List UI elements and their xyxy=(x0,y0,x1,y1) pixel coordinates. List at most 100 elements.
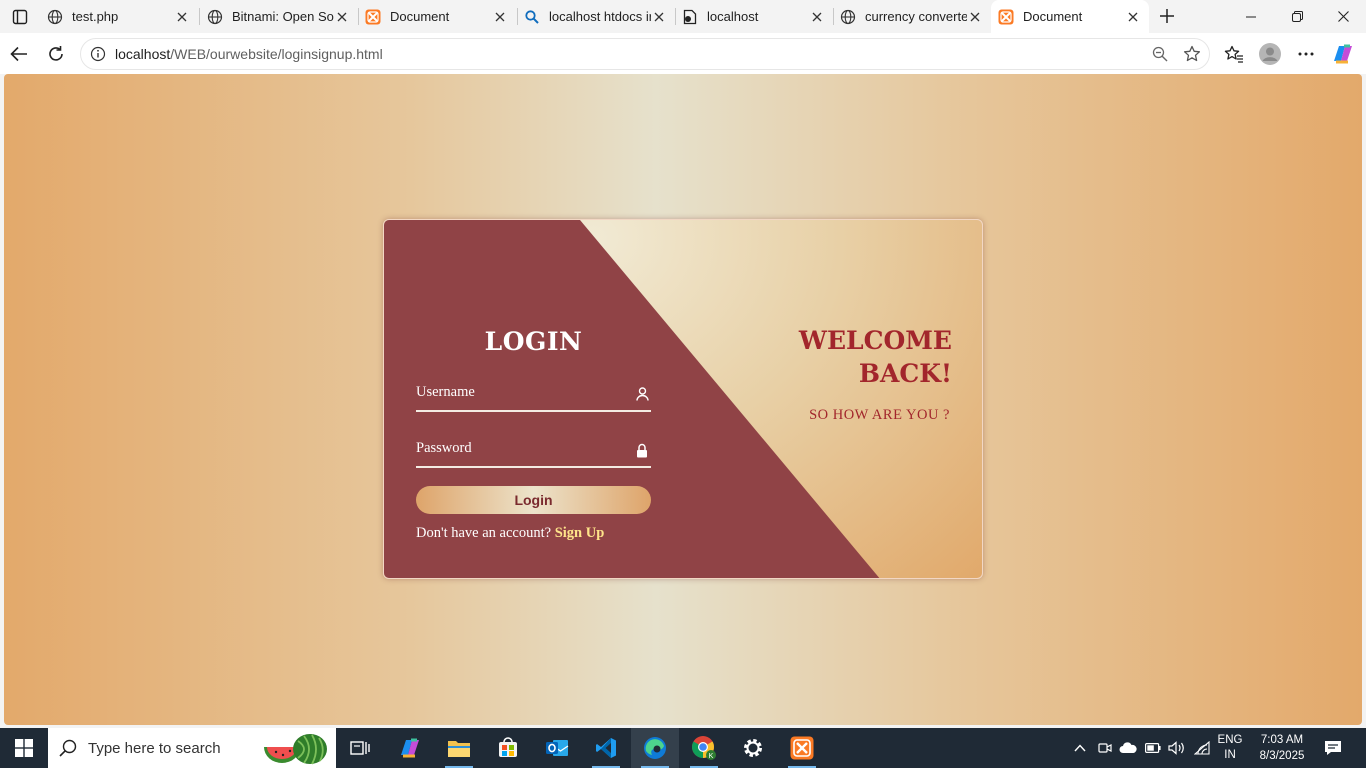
svg-text:K: K xyxy=(709,753,714,760)
minimize-icon xyxy=(1246,16,1256,17)
close-tab-icon[interactable] xyxy=(334,9,350,25)
login-card: LOGIN Username Password Login Don't have… xyxy=(383,219,983,579)
taskbar-edge[interactable] xyxy=(631,728,679,768)
store-icon xyxy=(499,737,517,757)
windows-logo-icon xyxy=(15,739,33,757)
plus-icon xyxy=(1160,9,1174,23)
search-placeholder: Type here to search xyxy=(88,739,221,757)
tab-document-active[interactable]: Document xyxy=(991,0,1149,33)
favorite-button[interactable] xyxy=(1177,39,1207,69)
xampp-icon xyxy=(790,736,814,760)
page-icon xyxy=(681,8,699,26)
globe-icon xyxy=(46,8,64,26)
xampp-icon xyxy=(364,8,382,26)
tray-network[interactable] xyxy=(1191,728,1213,768)
taskbar-file-explorer[interactable] xyxy=(435,728,483,768)
settings-icon xyxy=(744,739,762,757)
camera-icon xyxy=(1098,743,1112,753)
notifications-button[interactable] xyxy=(1318,728,1348,768)
new-tab-button[interactable] xyxy=(1156,5,1178,27)
watermelon-icon xyxy=(264,734,327,765)
signup-prompt: Don't have an account? xyxy=(416,525,552,541)
zoom-button[interactable] xyxy=(1145,39,1175,69)
taskbar-outlook[interactable] xyxy=(533,728,581,768)
battery-icon xyxy=(1145,743,1161,753)
tab-actions-button[interactable] xyxy=(0,0,40,33)
input-language-indicator[interactable]: ENG IN xyxy=(1213,733,1247,763)
login-button[interactable]: Login xyxy=(416,486,651,514)
taskbar-chrome[interactable]: K xyxy=(680,728,728,768)
chrome-icon: K xyxy=(692,736,716,760)
task-view-button[interactable] xyxy=(336,728,384,768)
tab-title: Bitnami: Open Sou xyxy=(232,9,334,24)
zoom-out-icon xyxy=(1152,46,1168,62)
tab-title: localhost xyxy=(707,9,759,24)
taskbar-vscode[interactable] xyxy=(582,728,630,768)
url-text[interactable]: localhost/WEB/ourwebsite/loginsignup.htm… xyxy=(115,46,383,62)
user-icon xyxy=(635,386,649,402)
back-button[interactable] xyxy=(4,39,34,69)
navigation-bar: localhost/WEB/ourwebsite/loginsignup.htm… xyxy=(0,33,1366,74)
tray-meet-now[interactable] xyxy=(1095,728,1115,768)
close-tab-icon[interactable] xyxy=(809,9,825,25)
restore-button[interactable] xyxy=(1274,0,1320,33)
chevron-up-icon xyxy=(1074,744,1086,752)
signup-link[interactable]: Sign Up xyxy=(555,525,605,541)
search-icon xyxy=(48,739,88,757)
show-hidden-icons-button[interactable] xyxy=(1070,728,1090,768)
restore-icon xyxy=(1291,11,1303,22)
taskbar-search-box[interactable]: Type here to search xyxy=(48,728,336,768)
avatar xyxy=(1259,43,1281,65)
taskbar-settings[interactable] xyxy=(729,728,777,768)
close-window-button[interactable] xyxy=(1320,0,1366,33)
tray-battery[interactable] xyxy=(1143,728,1163,768)
close-tab-icon[interactable] xyxy=(967,9,983,25)
taskbar-clock[interactable]: 7:03 AM 8/3/2025 xyxy=(1252,732,1312,764)
globe-icon xyxy=(206,8,224,26)
password-label: Password xyxy=(416,440,472,456)
settings-more-button[interactable] xyxy=(1291,39,1321,69)
tab-localhost-search[interactable]: localhost htdocs ir xyxy=(517,0,675,33)
username-field[interactable]: Username xyxy=(416,382,651,412)
tab-test-php[interactable]: test.php xyxy=(40,0,198,33)
welcome-heading: WELCOME BACK! xyxy=(799,324,952,390)
copilot-button[interactable] xyxy=(1328,39,1358,69)
start-button[interactable] xyxy=(0,728,48,768)
minimize-button[interactable] xyxy=(1228,0,1274,33)
vscode-icon xyxy=(596,738,616,758)
close-tab-icon[interactable] xyxy=(492,9,508,25)
taskbar-xampp[interactable] xyxy=(778,728,826,768)
address-bar[interactable]: localhost/WEB/ourwebsite/loginsignup.htm… xyxy=(80,38,1210,70)
login-title: LOGIN xyxy=(484,327,583,356)
star-icon xyxy=(1183,45,1201,62)
lock-icon xyxy=(635,442,649,458)
tab-title: currency converte xyxy=(865,9,967,24)
tab-document-1[interactable]: Document xyxy=(358,0,516,33)
close-tab-icon[interactable] xyxy=(651,9,667,25)
volume-icon xyxy=(1168,741,1184,755)
task-view-icon xyxy=(350,741,370,755)
xampp-icon xyxy=(997,8,1015,26)
welcome-line-1: WELCOME xyxy=(798,326,952,355)
tab-localhost[interactable]: localhost xyxy=(675,0,833,33)
globe-icon xyxy=(839,8,857,26)
edge-icon xyxy=(644,737,666,759)
tab-bitnami[interactable]: Bitnami: Open Sou xyxy=(200,0,358,33)
search-icon xyxy=(523,8,541,26)
tray-volume[interactable] xyxy=(1166,728,1188,768)
taskbar-store[interactable] xyxy=(484,728,532,768)
tray-onedrive[interactable] xyxy=(1117,728,1139,768)
close-tab-icon[interactable] xyxy=(174,9,190,25)
notification-icon xyxy=(1325,741,1341,755)
close-tab-icon[interactable] xyxy=(1125,9,1141,25)
tab-currency-converter[interactable]: currency converte xyxy=(833,0,991,33)
site-info-icon[interactable] xyxy=(83,39,113,69)
close-icon xyxy=(1337,11,1349,22)
taskbar-copilot[interactable] xyxy=(386,728,434,768)
refresh-button[interactable] xyxy=(41,39,71,69)
profile-button[interactable] xyxy=(1255,39,1285,69)
password-field[interactable]: Password xyxy=(416,438,651,468)
tab-title: Document xyxy=(1023,9,1083,24)
welcome-line-2: BACK! xyxy=(858,359,952,388)
favorites-button[interactable] xyxy=(1219,39,1249,69)
